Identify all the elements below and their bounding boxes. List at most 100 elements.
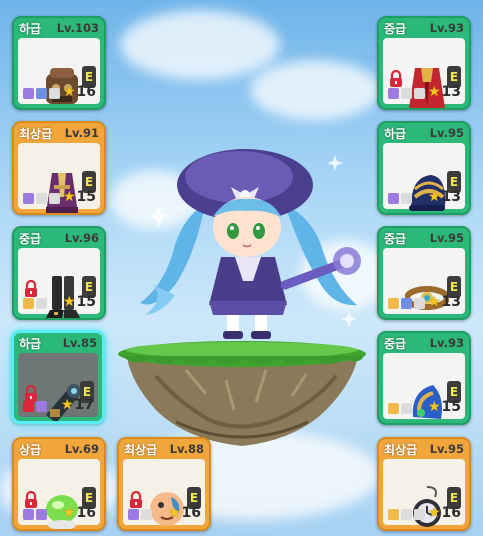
potential-indicators (23, 88, 60, 99)
grade-label: 최상급 (384, 443, 418, 457)
level-label: Lv.95 (429, 231, 464, 245)
level-label: Lv.95 (429, 126, 464, 140)
lock-icon[interactable] (128, 491, 144, 509)
equip-slot-card[interactable]: 중급 Lv.93 E ★ 13 (377, 16, 471, 110)
grade-label: 중급 (384, 337, 407, 351)
star-icon: ★ (62, 505, 76, 521)
potential-dot (388, 193, 399, 204)
star-count: 15 (76, 294, 96, 310)
star-count: 13 (441, 294, 461, 310)
star-count: 15 (76, 189, 96, 205)
level-label: Lv.85 (62, 336, 97, 350)
grade-label: 최상급 (124, 443, 158, 457)
lock-icon[interactable] (23, 280, 39, 298)
star-force: ★ 16 (168, 505, 201, 521)
star-icon: ★ (427, 84, 441, 100)
grade-label: 하급 (19, 22, 42, 36)
star-force: ★ 17 (61, 397, 94, 413)
grade-label: 상급 (19, 443, 42, 457)
star-icon: ★ (167, 505, 181, 521)
potential-dot (401, 193, 412, 204)
potential-dot (23, 509, 34, 520)
level-label: Lv.103 (56, 21, 99, 35)
equip-slot-card[interactable]: 하급 Lv.95 E ★ 13 (377, 121, 471, 215)
grade-label: 하급 (384, 127, 407, 141)
star-force: ★ 15 (63, 189, 96, 205)
equip-slot-card[interactable]: 최상급 Lv.91 E ★ 15 (12, 121, 106, 215)
equip-slot-card[interactable]: 하급 Lv.103 E ★ 16 (12, 16, 106, 110)
star-icon: ★ (60, 397, 74, 413)
level-label: Lv.93 (429, 336, 464, 350)
star-count: 13 (441, 84, 461, 100)
potential-dot (23, 298, 34, 309)
potential-dot (128, 509, 139, 520)
equip-slot-card[interactable]: 상급 Lv.69 E ★ 16 (12, 437, 106, 531)
potential-dot (23, 193, 34, 204)
potential-dot (49, 88, 60, 99)
grade-label: 중급 (384, 22, 407, 36)
grade-label: 중급 (384, 232, 407, 246)
star-force: ★ 13 (428, 84, 461, 100)
character-avatar (140, 149, 361, 339)
potential-indicators (23, 298, 47, 309)
level-label: Lv.96 (64, 231, 99, 245)
potential-dot (388, 298, 399, 309)
star-force: ★ 16 (428, 505, 461, 521)
potential-dot (401, 509, 412, 520)
potential-dot (401, 88, 412, 99)
grade-label: 하급 (19, 337, 42, 351)
potential-indicators (388, 298, 425, 309)
outfit (209, 257, 287, 339)
potential-dot (49, 193, 60, 204)
equip-slot-card[interactable]: 중급 Lv.93 E ★ 15 (377, 331, 471, 425)
star-count: 16 (76, 505, 96, 521)
potential-indicators (388, 88, 425, 99)
cloud (120, 10, 280, 80)
star-icon: ★ (427, 294, 441, 310)
potential-dot (388, 403, 399, 414)
potential-dot (36, 193, 47, 204)
potential-dot (414, 88, 425, 99)
star-icon: ★ (62, 84, 76, 100)
equip-slot-card[interactable]: 중급 Lv.96 E ★ 15 (12, 226, 106, 320)
potential-dot (36, 509, 47, 520)
equip-slot-card[interactable]: 최상급 Lv.88 E ★ 16 (117, 437, 211, 531)
level-label: Lv.91 (64, 126, 99, 140)
face (213, 197, 281, 257)
lock-icon[interactable] (388, 70, 404, 88)
potential-indicators (388, 193, 412, 204)
potential-dot (388, 88, 399, 99)
equip-slot-card-selected[interactable]: 하급 Lv.85 E ★ 17 (11, 330, 105, 424)
star-force: ★ 16 (63, 84, 96, 100)
potential-dot (401, 403, 412, 414)
level-label: Lv.88 (169, 442, 204, 456)
potential-indicators (388, 509, 425, 520)
potential-dot (23, 88, 34, 99)
floating-island (118, 341, 366, 446)
potential-dot (401, 298, 412, 309)
star-icon: ★ (62, 294, 76, 310)
equip-slot-card[interactable]: 중급 Lv.95 E ★ 13 (377, 226, 471, 320)
cloud (250, 60, 380, 120)
potential-indicators (388, 403, 412, 414)
star-count: 15 (441, 399, 461, 415)
potential-dot (388, 509, 399, 520)
star-icon: ★ (427, 505, 441, 521)
lock-icon[interactable] (23, 491, 39, 509)
star-icon: ★ (427, 399, 441, 415)
potential-dot (414, 509, 425, 520)
potential-dot (141, 509, 152, 520)
grade-label: 중급 (19, 232, 42, 246)
level-label: Lv.95 (429, 442, 464, 456)
potential-dot (23, 401, 34, 412)
star-icon: ★ (62, 189, 76, 205)
star-force: ★ 15 (63, 294, 96, 310)
equip-slot-card[interactable]: 최상급 Lv.95 E ★ 16 (377, 437, 471, 531)
potential-indicators (128, 509, 152, 520)
star-icon: ★ (427, 189, 441, 205)
potential-dot (414, 298, 425, 309)
potential-dot (36, 298, 47, 309)
star-count: 17 (74, 397, 94, 413)
potential-indicators (23, 509, 47, 520)
star-force: ★ 15 (428, 399, 461, 415)
